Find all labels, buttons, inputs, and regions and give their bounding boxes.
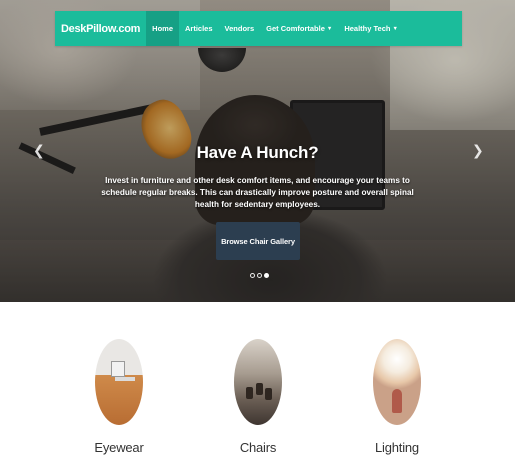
nav-dropdown-healthy-tech[interactable]: Healthy Tech ▼ [338, 11, 404, 46]
hero-description: Invest in furniture and other desk comfo… [101, 176, 414, 209]
eyewear-laptop-shape [115, 377, 135, 381]
chair-shape [246, 387, 253, 399]
feature-label-lighting[interactable]: Lighting [337, 440, 457, 455]
carousel-indicator-3[interactable] [264, 273, 269, 278]
eyewear-image[interactable] [95, 339, 143, 425]
caret-down-icon: ▼ [392, 25, 398, 32]
carousel-indicator-1[interactable] [250, 273, 255, 278]
nav-item-articles[interactable]: Articles [179, 11, 219, 46]
feature-label-eyewear[interactable]: Eyewear [59, 440, 179, 455]
hero-title: Have A Hunch? [196, 143, 319, 162]
carousel-indicators [250, 273, 269, 278]
nav-dropdown-label: Healthy Tech [344, 24, 391, 33]
navbar: DeskPillow.com Home Articles Vendors Get… [55, 11, 462, 46]
browse-chair-gallery-button[interactable]: Browse Chair Gallery [216, 222, 300, 260]
nav-dropdown-label: Get Comfortable [266, 24, 325, 33]
nav-dropdown-get-comfortable[interactable]: Get Comfortable ▼ [260, 11, 338, 46]
chair-shape [256, 383, 263, 395]
nav-item-vendors[interactable]: Vendors [219, 11, 261, 46]
feature-label-chairs[interactable]: Chairs [198, 440, 318, 455]
caret-down-icon: ▼ [326, 25, 333, 32]
chair-shape [265, 388, 272, 400]
lighting-figure-shape [392, 389, 402, 413]
lighting-image[interactable] [373, 339, 421, 425]
carousel-indicator-2[interactable] [257, 273, 262, 278]
nav-item-home[interactable]: Home [146, 11, 179, 46]
chairs-image[interactable] [234, 339, 282, 425]
eyewear-monitor-shape [111, 361, 125, 377]
brand-logo-link[interactable]: DeskPillow.com [55, 11, 146, 46]
